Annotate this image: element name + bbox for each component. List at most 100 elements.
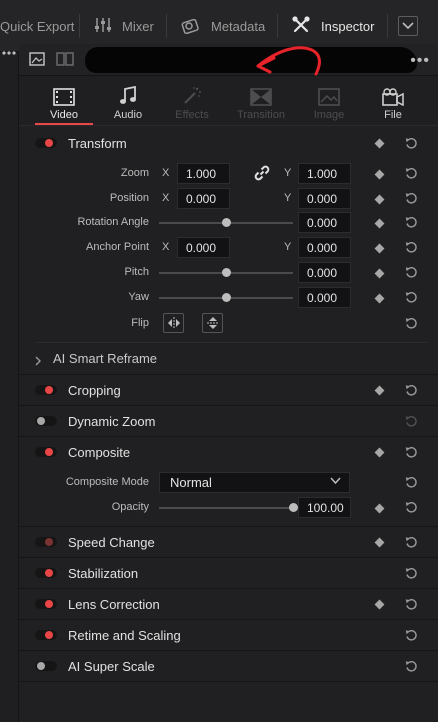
composite-mode-value: Normal bbox=[170, 475, 212, 490]
yaw-slider-knob[interactable] bbox=[221, 293, 231, 302]
toolbar-divider bbox=[79, 14, 80, 38]
composite-toggle[interactable] bbox=[35, 447, 57, 457]
inspector-tools-icon bbox=[291, 15, 321, 38]
dynamic-zoom-title[interactable]: Dynamic Zoom bbox=[68, 414, 155, 429]
tab-audio[interactable]: Audio bbox=[96, 76, 160, 126]
pitch-label: Pitch bbox=[124, 266, 149, 278]
flip-horizontal-button[interactable] bbox=[163, 313, 184, 333]
metadata-label: Metadata bbox=[211, 18, 266, 34]
zoom-x-field[interactable]: 1.000 bbox=[177, 163, 230, 184]
cropping-toggle[interactable] bbox=[35, 385, 57, 395]
flip-horizontal-icon bbox=[167, 317, 180, 329]
gutter-dots[interactable] bbox=[0, 46, 19, 58]
pitch-slider-knob[interactable] bbox=[221, 268, 231, 277]
reset-icon[interactable] bbox=[405, 291, 418, 304]
flip-row: Flip bbox=[19, 313, 438, 335]
panel-options-dropdown[interactable] bbox=[398, 16, 418, 36]
reset-icon[interactable] bbox=[405, 317, 418, 330]
cropping-title[interactable]: Cropping bbox=[68, 383, 121, 398]
reset-icon[interactable] bbox=[405, 266, 418, 279]
tab-file-label: File bbox=[384, 109, 402, 121]
keyframe-icon[interactable] bbox=[374, 447, 385, 458]
pitch-field[interactable]: 0.000 bbox=[298, 262, 351, 283]
flip-vertical-button[interactable] bbox=[202, 313, 223, 333]
reset-icon[interactable] bbox=[405, 567, 418, 580]
stabilization-header: Stabilization bbox=[19, 558, 438, 588]
keyframe-icon[interactable] bbox=[374, 385, 385, 396]
inspector-label: Inspector bbox=[321, 18, 375, 34]
dual-clip-view-icon[interactable] bbox=[56, 52, 74, 71]
reset-icon[interactable] bbox=[405, 660, 418, 673]
zoom-y-field[interactable]: 1.000 bbox=[298, 163, 351, 184]
cropping-header: Cropping bbox=[19, 375, 438, 405]
opacity-field[interactable]: 100.00 bbox=[298, 497, 351, 518]
stabilization-title[interactable]: Stabilization bbox=[68, 566, 138, 581]
reset-icon[interactable] bbox=[405, 501, 418, 514]
rotation-field[interactable]: 0.000 bbox=[298, 212, 351, 233]
dynamic-zoom-toggle[interactable] bbox=[35, 416, 57, 426]
reset-icon[interactable] bbox=[405, 192, 418, 205]
composite-mode-select[interactable]: Normal bbox=[159, 472, 350, 493]
zoom-x-axis: X bbox=[162, 167, 170, 179]
stabilization-toggle[interactable] bbox=[35, 568, 57, 578]
opacity-row: Opacity 100.00 bbox=[19, 497, 438, 519]
composite-mode-row: Composite Mode Normal bbox=[19, 472, 438, 494]
lens-correction-header: Lens Correction bbox=[19, 589, 438, 619]
flip-label: Flip bbox=[131, 317, 149, 329]
position-y-field[interactable]: 0.000 bbox=[298, 188, 351, 209]
inspector-panel: Transform Zoom X 1.000 Y 1.000 Position … bbox=[19, 126, 438, 722]
opacity-slider[interactable] bbox=[159, 507, 293, 509]
keyframe-icon[interactable] bbox=[374, 599, 385, 610]
reset-icon[interactable] bbox=[405, 476, 418, 489]
annotation-arrow bbox=[256, 46, 321, 76]
more-options-icon[interactable]: ••• bbox=[410, 52, 430, 70]
keyframe-icon[interactable] bbox=[374, 503, 385, 514]
reset-icon[interactable] bbox=[405, 598, 418, 611]
reset-icon[interactable] bbox=[405, 216, 418, 229]
composite-title[interactable]: Composite bbox=[68, 445, 130, 460]
reset-icon[interactable] bbox=[405, 137, 418, 150]
position-y-axis: Y bbox=[284, 192, 292, 204]
retime-scaling-toggle[interactable] bbox=[35, 630, 57, 640]
keyframe-icon[interactable] bbox=[374, 293, 385, 304]
keyframe-icon[interactable] bbox=[374, 218, 385, 229]
speed-change-title[interactable]: Speed Change bbox=[68, 535, 155, 550]
smart-reframe-title: AI Smart Reframe bbox=[53, 350, 158, 366]
opacity-slider-knob[interactable] bbox=[288, 503, 298, 512]
link-icon[interactable] bbox=[254, 165, 270, 186]
speed-change-toggle[interactable] bbox=[35, 537, 57, 547]
lens-correction-title[interactable]: Lens Correction bbox=[68, 597, 160, 612]
chevron-down-icon bbox=[330, 477, 341, 485]
lens-correction-toggle[interactable] bbox=[35, 599, 57, 609]
anchor-x-field[interactable]: 0.000 bbox=[177, 237, 230, 258]
keyframe-icon[interactable] bbox=[374, 194, 385, 205]
reset-icon[interactable] bbox=[405, 536, 418, 549]
keyframe-icon[interactable] bbox=[374, 169, 385, 180]
reset-icon[interactable] bbox=[405, 384, 418, 397]
single-clip-view-icon[interactable] bbox=[29, 52, 45, 66]
retime-scaling-title[interactable]: Retime and Scaling bbox=[68, 628, 181, 643]
position-x-field[interactable]: 0.000 bbox=[177, 188, 230, 209]
transform-toggle[interactable] bbox=[35, 138, 57, 148]
anchor-y-field[interactable]: 0.000 bbox=[298, 237, 351, 258]
keyframe-icon[interactable] bbox=[374, 537, 385, 548]
transform-title[interactable]: Transform bbox=[68, 136, 127, 151]
reset-icon[interactable] bbox=[405, 629, 418, 642]
tab-transition-label: Transition bbox=[237, 109, 285, 121]
reset-icon[interactable] bbox=[405, 446, 418, 459]
super-scale-title[interactable]: AI Super Scale bbox=[68, 659, 155, 674]
keyframe-icon[interactable] bbox=[374, 243, 385, 254]
reset-icon[interactable] bbox=[405, 241, 418, 254]
rotation-slider-knob[interactable] bbox=[221, 218, 231, 227]
keyframe-icon[interactable] bbox=[374, 138, 385, 149]
super-scale-toggle[interactable] bbox=[35, 661, 57, 671]
smart-reframe-header[interactable]: AI Smart Reframe bbox=[19, 343, 438, 373]
keyframe-icon[interactable] bbox=[374, 268, 385, 279]
reset-icon bbox=[405, 415, 418, 428]
anchor-y-axis: Y bbox=[284, 241, 292, 253]
position-row: Position X 0.000 Y 0.000 bbox=[19, 188, 438, 210]
tab-video[interactable]: Video bbox=[32, 76, 96, 126]
tab-file[interactable]: File bbox=[361, 76, 425, 126]
yaw-field[interactable]: 0.000 bbox=[298, 287, 351, 308]
reset-icon[interactable] bbox=[405, 167, 418, 180]
